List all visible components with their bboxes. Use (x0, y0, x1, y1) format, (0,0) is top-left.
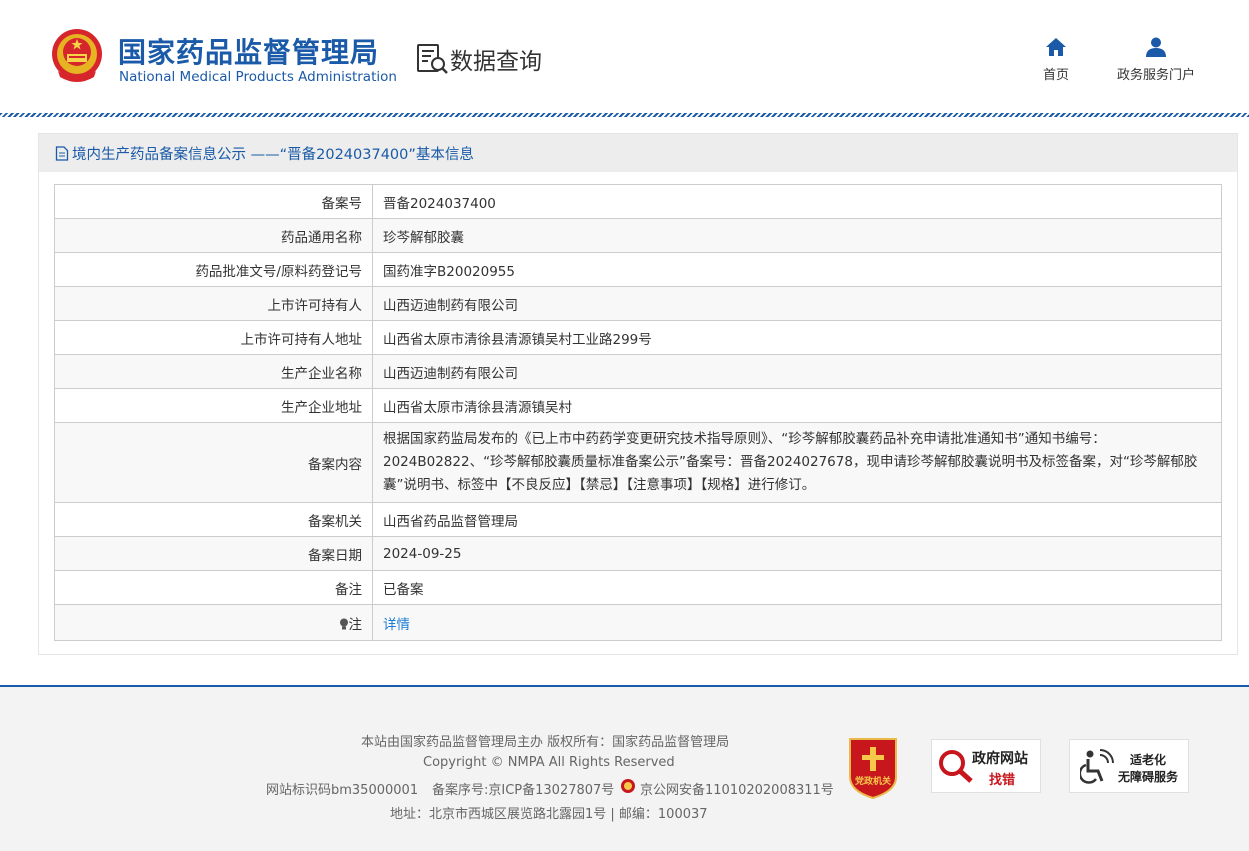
police-badge-icon (621, 779, 635, 793)
field-label: 备案内容 (54, 422, 373, 503)
field-value: 山西省太原市清徐县清源镇吴村 (372, 388, 1222, 423)
agency-name-cn: 国家药品监督管理局 (118, 36, 380, 69)
nav-service-portal-link[interactable]: 政务服务门户 (1110, 36, 1202, 83)
party-gov-badge-text: 党政机关 (854, 777, 891, 787)
panel-title: 境内生产药品备案信息公示 ——“晋备2024037400”基本信息 (72, 146, 474, 163)
footer-copyright: Copyright © NMPA All Rights Reserved (423, 755, 675, 770)
table-row: 上市许可持有人 山西迈迪制药有限公司 (54, 286, 1222, 321)
table-row: 备案日期 2024-09-25 (54, 536, 1222, 571)
field-label: 药品通用名称 (54, 218, 373, 253)
note-label-cell: 注 (54, 604, 373, 641)
footer-icp-link[interactable]: 备案序号:京ICP备13027807号 (432, 779, 614, 798)
table-row: 生产企业名称 山西迈迪制药有限公司 (54, 354, 1222, 389)
table-row: 备注 已备案 (54, 570, 1222, 605)
magnifier-icon (939, 750, 973, 783)
field-value: 国药准字B20020955 (372, 252, 1222, 287)
national-emblem-icon (52, 29, 102, 82)
gov-badge-line2: 找错 (989, 773, 1016, 788)
table-row: 生产企业地址 山西省太原市清徐县清源镇吴村 (54, 388, 1222, 423)
document-icon (55, 145, 69, 161)
footer-address: 地址：北京市西城区展览路北露园1号 | 邮编：100037 (390, 807, 708, 822)
footer-police-link[interactable]: 京公网安备11010202008311号 (640, 779, 834, 798)
age-badge-line2: 无障碍服务 (1118, 770, 1179, 784)
field-value: 山西省药品监督管理局 (372, 502, 1222, 537)
nav-home-link[interactable]: 首页 (1037, 36, 1075, 83)
field-value: 山西迈迪制药有限公司 (372, 286, 1222, 321)
field-label: 上市许可持有人地址 (54, 320, 373, 355)
record-info-panel: 境内生产药品备案信息公示 ——“晋备2024037400”基本信息 备案号 晋备… (38, 133, 1238, 655)
field-label: 备案机关 (54, 502, 373, 537)
age-badge-line1: 适老化 (1130, 753, 1167, 767)
nav-portal-label: 政务服务门户 (1116, 68, 1195, 83)
section-title: 数据查询 (450, 49, 542, 75)
field-value: 2024-09-25 (372, 536, 1222, 571)
accessibility-icon (1080, 749, 1114, 784)
data-query-icon (417, 44, 448, 74)
field-label: 药品批准文号/原料药登记号 (54, 252, 373, 287)
table-row: 注 详情 (54, 604, 1222, 641)
field-label: 生产企业名称 (54, 354, 373, 389)
field-label: 备案号 (54, 184, 373, 219)
field-value: 山西迈迪制药有限公司 (372, 354, 1222, 389)
lightbulb-icon (339, 618, 348, 629)
page-footer: 本站由国家药品监督管理局主办 版权所有：国家药品监督管理局 Copyright … (0, 685, 1249, 851)
table-row: 上市许可持有人地址 山西省太原市清徐县清源镇吴村工业路299号 (54, 320, 1222, 355)
field-value: 山西省太原市清徐县清源镇吴村工业路299号 (372, 320, 1222, 355)
details-link[interactable]: 详情 (383, 617, 410, 633)
footer-sponsor: 本站由国家药品监督管理局主办 版权所有：国家药品监督管理局 (361, 735, 730, 750)
page-header: 国家药品监督管理局 National Medical Products Admi… (0, 0, 1249, 117)
home-icon (1046, 38, 1066, 56)
agency-name-en: National Medical Products Administration (119, 69, 397, 85)
table-row: 备案号 晋备2024037400 (54, 184, 1222, 219)
table-row: 药品批准文号/原料药登记号 国药准字B20020955 (54, 252, 1222, 287)
gov-badge-line1: 政府网站 (972, 751, 1028, 767)
party-gov-badge[interactable]: 党政机关 (846, 737, 900, 800)
footer-site-id: 网站标识码bm35000001 (266, 783, 419, 798)
table-row: 备案内容 根据国家药监局发布的《已上市中药药学变更研究技术指导原则》、“珍芩解郁… (54, 422, 1222, 503)
field-value: 已备案 (372, 570, 1222, 605)
field-value: 根据国家药监局发布的《已上市中药药学变更研究技术指导原则》、“珍芩解郁胶囊药品补… (372, 422, 1222, 503)
field-label: 生产企业地址 (54, 388, 373, 423)
nav-home-label: 首页 (1042, 68, 1069, 83)
field-label: 备案日期 (54, 536, 373, 571)
table-row: 备案机关 山西省药品监督管理局 (54, 502, 1222, 537)
note-label: 注 (348, 616, 363, 633)
field-value: 晋备2024037400 (372, 184, 1222, 219)
gov-site-error-report-badge[interactable]: 政府网站 找错 (931, 739, 1041, 793)
header-divider (0, 113, 1249, 117)
user-icon (1146, 37, 1166, 57)
panel-heading: 境内生产药品备案信息公示 ——“晋备2024037400”基本信息 (39, 134, 1237, 172)
field-label: 备注 (54, 570, 373, 605)
note-value-cell: 详情 (372, 604, 1222, 641)
elderly-accessibility-badge[interactable]: 适老化 无障碍服务 (1069, 739, 1189, 793)
field-label: 上市许可持有人 (54, 286, 373, 321)
record-info-table: 备案号 晋备2024037400 药品通用名称 珍芩解郁胶囊 药品批准文号/原料… (54, 184, 1222, 641)
party-gov-badge-icon (849, 738, 897, 800)
field-value: 珍芩解郁胶囊 (372, 218, 1222, 253)
table-row: 药品通用名称 珍芩解郁胶囊 (54, 218, 1222, 253)
